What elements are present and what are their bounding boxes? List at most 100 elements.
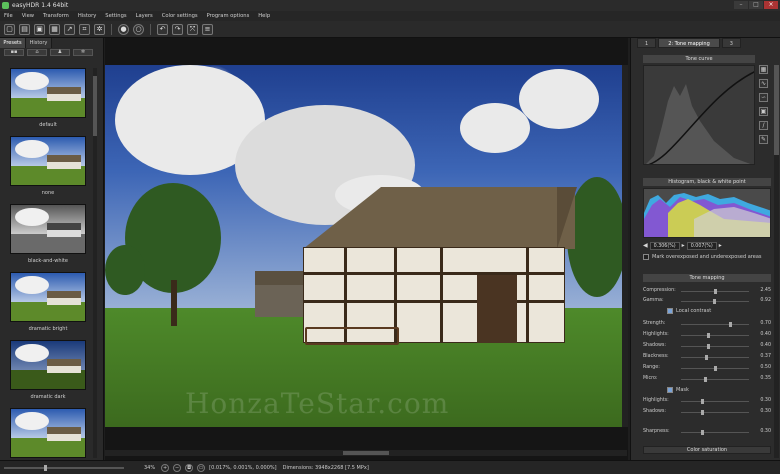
tab-presets[interactable]: Presets [0, 38, 26, 48]
hdr-photo[interactable]: HonzaTeStar.com [105, 65, 627, 427]
preset-thumbnail[interactable] [10, 136, 86, 186]
slider-value[interactable]: 0.37 [760, 354, 771, 359]
histogram[interactable] [643, 188, 771, 238]
mark-areas-checkbox[interactable] [643, 254, 649, 260]
canvas-horizontal-scrollbar[interactable] [105, 450, 627, 456]
slider-knob[interactable] [704, 377, 707, 382]
clear-icon[interactable]: ○ [133, 23, 144, 35]
curve-edit-icon[interactable]: ✎ [759, 135, 768, 144]
presets-scrollbar[interactable] [93, 68, 97, 458]
slider-track[interactable] [681, 377, 749, 382]
slider-track[interactable] [681, 399, 749, 404]
slider-track[interactable] [681, 289, 749, 294]
curve-reset-icon[interactable]: ∽ [759, 93, 768, 102]
preset-thumbnail[interactable] [10, 408, 86, 458]
slider-value[interactable]: 0.40 [760, 343, 771, 348]
slider-knob[interactable] [729, 322, 732, 327]
curve-preset-icon[interactable]: ∿ [759, 79, 768, 88]
slider-value[interactable]: 0.70 [760, 321, 771, 326]
mask-checkbox[interactable] [667, 387, 673, 393]
menu-transform[interactable]: Transform [43, 13, 69, 19]
open-icon[interactable]: ▤ [19, 23, 30, 35]
new-file-icon[interactable]: ▢ [4, 23, 15, 35]
slider-knob[interactable] [701, 430, 704, 435]
menu-file[interactable]: File [4, 13, 13, 19]
menu-help[interactable]: Help [258, 13, 270, 19]
slider-track[interactable] [681, 355, 749, 360]
slider-knob[interactable] [701, 399, 704, 404]
zoom-out-icon[interactable]: − [173, 463, 182, 472]
curve-line-icon[interactable]: / [759, 121, 768, 130]
slider-value[interactable]: 0.92 [760, 298, 771, 303]
redo-icon[interactable]: ↷ [172, 23, 183, 35]
tone-curve-editor[interactable] [643, 65, 755, 165]
minimize-button[interactable]: – [734, 1, 748, 9]
transform-icon[interactable]: ⤧ [187, 23, 198, 35]
menu-view[interactable]: View [22, 13, 34, 19]
preset-item[interactable]: default [6, 68, 90, 136]
preset-thumbnail[interactable] [10, 68, 86, 118]
zoom-in-icon[interactable]: + [161, 463, 170, 472]
preset-settings-icon[interactable]: ✲ [73, 49, 93, 56]
slider-knob[interactable] [714, 289, 717, 294]
close-button[interactable]: × [764, 1, 778, 9]
local-contrast-checkbox[interactable] [667, 308, 673, 314]
slider-track[interactable] [681, 366, 749, 371]
black-point-icon[interactable]: ◀ [643, 242, 648, 249]
white-point-arrow-icon[interactable]: ▸ [719, 242, 722, 249]
slider-track[interactable] [681, 410, 749, 415]
slider-knob[interactable] [707, 344, 710, 349]
menu-history[interactable]: History [78, 13, 96, 19]
menu-layers[interactable]: Layers [136, 13, 153, 19]
canvas-vertical-scrollbar[interactable] [622, 65, 628, 427]
preset-item[interactable]: dramatic dark [6, 340, 90, 408]
slider-knob[interactable] [701, 410, 704, 415]
layers-icon[interactable]: ≡ [202, 23, 213, 35]
slider-value[interactable]: 0.30 [760, 429, 771, 434]
settings-icon[interactable]: ✲ [94, 23, 105, 35]
presets-scrollbar-thumb[interactable] [93, 76, 97, 136]
menu-program-options[interactable]: Program options [207, 13, 250, 19]
save-icon[interactable]: ▣ [34, 23, 45, 35]
tab-step-1[interactable]: 1 [637, 38, 657, 48]
preset-home-icon[interactable]: ⌂ [27, 49, 47, 56]
slider-knob[interactable] [705, 355, 708, 360]
white-point-value[interactable]: 0.007(%) [686, 241, 717, 250]
slider-value[interactable]: 0.30 [760, 398, 771, 403]
crop-icon[interactable]: ⌗ [79, 23, 90, 35]
tab-tone-mapping[interactable]: 2: Tone mapping [658, 38, 720, 48]
preset-item[interactable]: black-and-white [6, 204, 90, 272]
slider-knob[interactable] [707, 333, 710, 338]
tone-mapping-header[interactable]: Tone mapping [643, 274, 771, 282]
slider-value[interactable]: 0.30 [760, 409, 771, 414]
menu-color-settings[interactable]: Color settings [162, 13, 198, 19]
zoom-slider[interactable] [4, 464, 124, 471]
tab-history[interactable]: History [26, 38, 52, 48]
preset-view-icon[interactable]: ▪▪ [4, 49, 24, 56]
preset-thumbnail[interactable] [10, 340, 86, 390]
histogram-header[interactable]: Histogram, black & white point [643, 178, 771, 186]
adjustments-scrollbar-thumb[interactable] [774, 65, 779, 155]
menu-settings[interactable]: Settings [105, 13, 126, 19]
preset-thumbnail[interactable] [10, 272, 86, 322]
save-as-icon[interactable]: ▦ [49, 23, 60, 35]
slider-knob[interactable] [713, 299, 716, 304]
preset-thumbnail[interactable] [10, 204, 86, 254]
slider-track[interactable] [681, 430, 749, 435]
zoom-slider-knob[interactable] [44, 464, 47, 471]
maximize-button[interactable]: □ [749, 1, 763, 9]
slider-track[interactable] [681, 299, 749, 304]
tone-curve-header[interactable]: Tone curve [643, 55, 755, 63]
slider-value[interactable]: 0.40 [760, 332, 771, 337]
export-icon[interactable]: ↗ [64, 23, 75, 35]
preset-item[interactable]: none [6, 136, 90, 204]
slider-value[interactable]: 0.35 [760, 376, 771, 381]
slider-track[interactable] [681, 333, 749, 338]
undo-icon[interactable]: ↶ [157, 23, 168, 35]
black-point-arrow-icon[interactable]: ▸ [682, 242, 685, 249]
slider-track[interactable] [681, 344, 749, 349]
preset-item[interactable]: dramatic bright [6, 272, 90, 340]
monitor-icon[interactable]: ▭ [197, 463, 206, 472]
camera-icon[interactable]: ◘ [185, 463, 194, 472]
adjustments-scrollbar[interactable] [774, 65, 779, 458]
